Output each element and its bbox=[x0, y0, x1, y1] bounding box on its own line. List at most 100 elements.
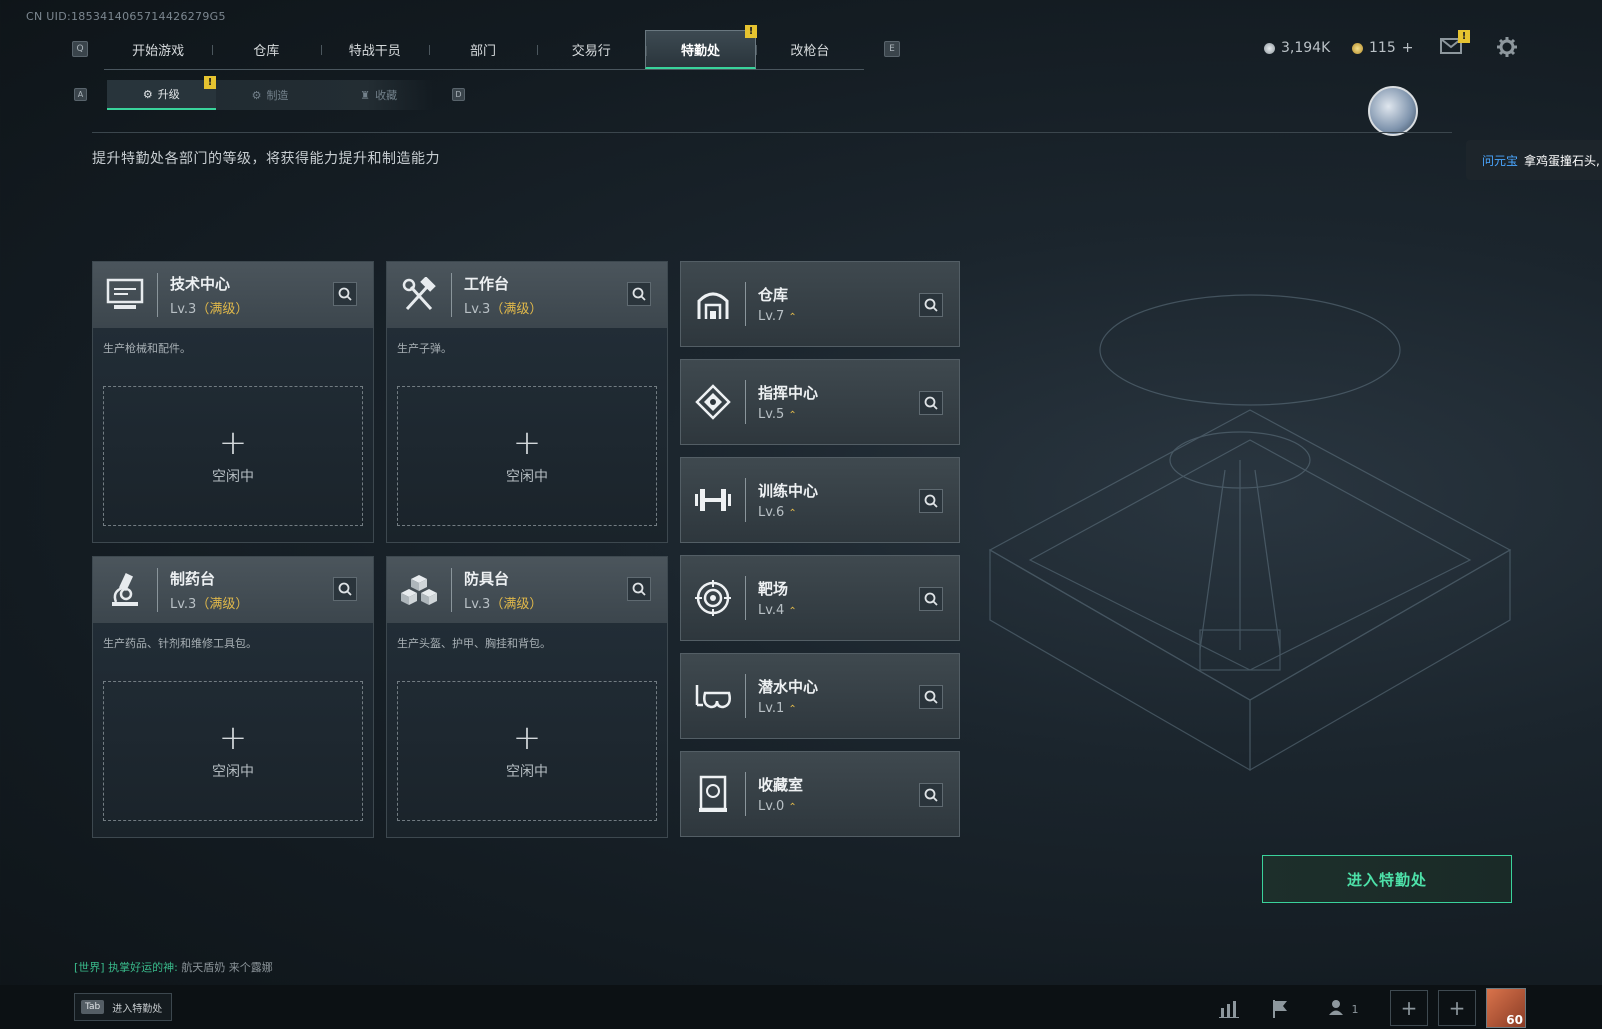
chat-popup[interactable]: 问元宝 拿鸡蛋撞石头, bbox=[1466, 140, 1602, 180]
craft-slot[interactable]: + 空闲中 bbox=[103, 681, 363, 821]
card-level: Lv.5 bbox=[758, 407, 785, 422]
upgrade-arrow-icon: ⌃ bbox=[788, 606, 797, 617]
tab-gunsmith[interactable]: 改枪台 bbox=[755, 30, 864, 69]
flag-icon[interactable] bbox=[1265, 995, 1295, 1023]
craft-card-armor[interactable]: 防具台 Lv.3（满级） 生产头盔、护甲、胸挂和背包。 + 空闲中 bbox=[386, 556, 668, 838]
upgrade-arrow-icon: ⌃ bbox=[788, 704, 797, 715]
subtab-craft[interactable]: ⚙ 制造 bbox=[216, 80, 325, 110]
craft-icon: ⚙ bbox=[251, 88, 262, 102]
coin-icon bbox=[1264, 42, 1275, 54]
monitor-icon bbox=[93, 262, 157, 328]
prev-sub-key: A bbox=[74, 88, 87, 101]
friends-icon bbox=[1328, 998, 1348, 1020]
craft-slot[interactable]: + 空闲中 bbox=[397, 386, 657, 526]
plus-icon: + bbox=[512, 423, 542, 463]
enter-special-ops-button[interactable]: 进入特勤处 bbox=[1262, 855, 1512, 903]
friends-count: 1 bbox=[1351, 1002, 1359, 1016]
search-icon[interactable] bbox=[333, 282, 357, 306]
slot-status: 空闲中 bbox=[506, 764, 548, 780]
tab-trade[interactable]: 交易行 bbox=[537, 30, 645, 69]
collection-icon bbox=[681, 751, 745, 837]
popup-sender: 问元宝 bbox=[1482, 153, 1519, 168]
craft-card-tech-center[interactable]: 技术中心 Lv.3（满级） 生产枪械和配件。 + 空闲中 bbox=[92, 261, 374, 543]
tab-start-game[interactable]: 开始游戏 bbox=[104, 30, 212, 69]
dept-card-command[interactable]: 指挥中心 Lv.5 ⌃ bbox=[680, 359, 960, 445]
upgrade-arrow-icon: ⌃ bbox=[788, 508, 797, 519]
vault-icon bbox=[681, 261, 745, 347]
player-level: 60 bbox=[1506, 1013, 1523, 1027]
tab-operators[interactable]: 特战干员 bbox=[320, 30, 429, 69]
collection-tab-icon: ♜ bbox=[360, 88, 371, 102]
card-title: 制药台 bbox=[170, 570, 216, 588]
card-title: 潜水中心 bbox=[758, 678, 819, 696]
ticket-add-button[interactable]: + bbox=[1402, 40, 1414, 56]
popup-message: 拿鸡蛋撞石头, bbox=[1524, 153, 1600, 168]
subtab-upgrade[interactable]: ⚙ 升级 bbox=[107, 80, 216, 110]
slot-status: 空闲中 bbox=[212, 764, 254, 780]
avatar[interactable] bbox=[1368, 86, 1418, 136]
craft-card-workbench[interactable]: 工作台 Lv.3（满级） 生产子弹。 + 空闲中 bbox=[386, 261, 668, 543]
hammer-wrench-icon bbox=[387, 262, 451, 328]
player-portrait[interactable]: 60 bbox=[1486, 988, 1526, 1028]
card-level: Lv.4 bbox=[758, 603, 785, 618]
next-tab-key: E bbox=[884, 41, 900, 57]
card-level: Lv.1 bbox=[758, 701, 785, 716]
search-icon[interactable] bbox=[627, 577, 651, 601]
subtab-warning-badge: ! bbox=[204, 76, 216, 89]
uid-label: CN UID:1853414065714426279G5 bbox=[26, 10, 226, 23]
stats-icon[interactable] bbox=[1214, 995, 1244, 1023]
add-slot-button[interactable]: + bbox=[1438, 990, 1476, 1026]
tab-key: Tab bbox=[81, 1000, 105, 1014]
card-level: Lv.0 bbox=[758, 799, 785, 814]
gear-icon[interactable] bbox=[1496, 36, 1518, 58]
ticket-balance[interactable]: 115 + bbox=[1352, 40, 1413, 56]
coin-value: 3,194K bbox=[1281, 40, 1331, 56]
search-icon[interactable] bbox=[919, 783, 943, 807]
divider bbox=[92, 132, 1452, 133]
craft-card-pharmacy[interactable]: 制药台 Lv.3（满级） 生产药品、针剂和维修工具包。 + 空闲中 bbox=[92, 556, 374, 838]
diving-mask-icon bbox=[681, 653, 745, 739]
max-level-tag: （满级） bbox=[196, 597, 249, 612]
command-icon bbox=[681, 359, 745, 445]
card-level: Lv.6 bbox=[758, 505, 785, 520]
subtab-collection[interactable]: ♜ 收藏 bbox=[324, 80, 433, 110]
dept-card-warehouse[interactable]: 仓库 Lv.7 ⌃ bbox=[680, 261, 960, 347]
dumbbell-icon bbox=[681, 457, 745, 543]
chat-message: 航天盾奶 来个露娜 bbox=[181, 961, 273, 974]
tab-warehouse[interactable]: 仓库 bbox=[212, 30, 320, 69]
card-title: 收藏室 bbox=[758, 776, 804, 794]
tab-special-ops[interactable]: 特勤处 bbox=[645, 30, 756, 69]
plus-icon: + bbox=[218, 423, 248, 463]
card-description: 生产子弹。 bbox=[397, 342, 452, 355]
dept-card-diving[interactable]: 潜水中心 Lv.1 ⌃ bbox=[680, 653, 960, 739]
card-title: 工作台 bbox=[464, 275, 510, 293]
add-slot-button[interactable]: + bbox=[1390, 990, 1428, 1026]
dept-card-collection[interactable]: 收藏室 Lv.0 ⌃ bbox=[680, 751, 960, 837]
tab-department[interactable]: 部门 bbox=[428, 30, 537, 69]
card-title: 靶场 bbox=[758, 580, 789, 598]
plus-icon: + bbox=[218, 718, 248, 758]
search-icon[interactable] bbox=[333, 577, 357, 601]
search-icon[interactable] bbox=[919, 391, 943, 415]
craft-slot[interactable]: + 空闲中 bbox=[103, 386, 363, 526]
page-description: 提升特勤处各部门的等级，将获得能力提升和制造能力 bbox=[92, 151, 440, 167]
search-icon[interactable] bbox=[919, 293, 943, 317]
chat-channel: [世界] bbox=[74, 961, 105, 974]
search-icon[interactable] bbox=[919, 587, 943, 611]
dept-card-range[interactable]: 靶场 Lv.4 ⌃ bbox=[680, 555, 960, 641]
tab-key-hint[interactable]: Tab 进入特勤处 bbox=[74, 993, 172, 1021]
search-icon[interactable] bbox=[627, 282, 651, 306]
coin-balance[interactable]: 3,194K bbox=[1264, 40, 1330, 56]
max-level-tag: （满级） bbox=[196, 302, 249, 317]
ticket-value: 115 bbox=[1369, 40, 1396, 56]
friends-button[interactable]: 1 bbox=[1320, 995, 1366, 1023]
dept-card-training[interactable]: 训练中心 Lv.6 ⌃ bbox=[680, 457, 960, 543]
cubes-icon bbox=[387, 557, 451, 623]
card-title: 训练中心 bbox=[758, 482, 819, 500]
target-icon bbox=[681, 555, 745, 641]
search-icon[interactable] bbox=[919, 489, 943, 513]
card-level: Lv.3 bbox=[464, 597, 491, 612]
craft-slot[interactable]: + 空闲中 bbox=[397, 681, 657, 821]
search-icon[interactable] bbox=[919, 685, 943, 709]
world-chat[interactable]: [世界] 执掌好运的神: 航天盾奶 来个露娜 bbox=[74, 959, 273, 975]
